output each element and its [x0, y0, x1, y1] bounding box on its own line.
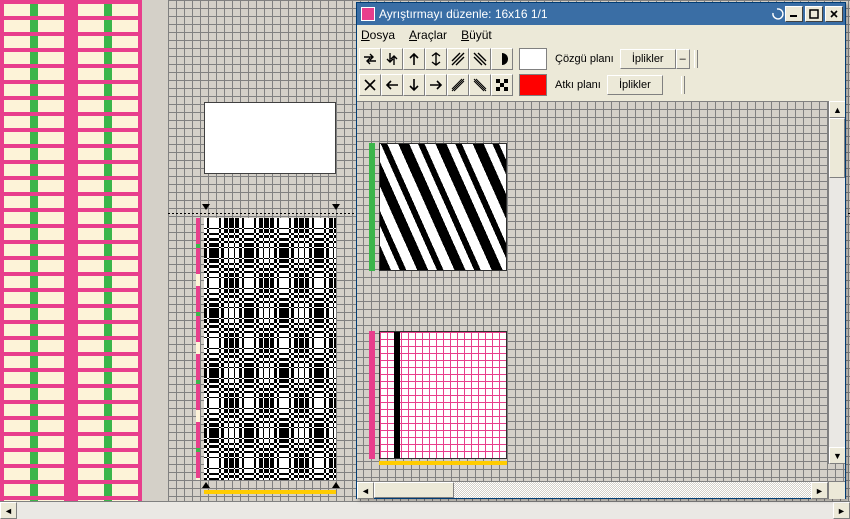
- weft-color-bar: [196, 218, 200, 480]
- warp-swatch[interactable]: [519, 48, 547, 70]
- weft-swatch[interactable]: [519, 74, 547, 96]
- cross-icon[interactable]: [359, 74, 381, 96]
- editor-scroll-h[interactable]: ◄ ►: [357, 481, 845, 498]
- editor-scroll-left-button[interactable]: ◄: [357, 482, 374, 499]
- menubar[interactable]: Dosya Araçlar Büyüt: [357, 25, 845, 45]
- pattern-diag1-icon[interactable]: [447, 48, 469, 70]
- arrow-up-icon[interactable]: [403, 48, 425, 70]
- editor-scroll-up-button[interactable]: ▲: [829, 101, 845, 118]
- warp-indicator: [369, 143, 375, 271]
- arrow-right-icon[interactable]: [425, 74, 447, 96]
- warp-color-bar: [204, 490, 336, 494]
- marker-down-right: [332, 204, 340, 210]
- editor-scroll-v-track[interactable]: [829, 118, 845, 447]
- weft-indicator: [369, 331, 375, 459]
- warp-threads-button[interactable]: İplikler: [620, 49, 676, 69]
- checker-icon[interactable]: [491, 74, 513, 96]
- swap-h-icon[interactable]: [359, 48, 381, 70]
- arrow-down-icon[interactable]: [403, 74, 425, 96]
- v-stretch-icon[interactable]: [425, 48, 447, 70]
- warp-label: Çözgü planı: [555, 53, 614, 65]
- toolbar: Çözgü planı İplikler –: [357, 45, 845, 101]
- toolbar-gripper-2[interactable]: [681, 76, 685, 94]
- editor-canvas[interactable]: ▲ ▼: [357, 101, 845, 481]
- weft-label: Atkı planı: [555, 79, 601, 91]
- warp-dropdown-button[interactable]: –: [676, 49, 690, 69]
- warp-selection-strip: [379, 461, 507, 465]
- editor-scroll-down-button[interactable]: ▼: [829, 447, 845, 464]
- swap-v-icon[interactable]: [381, 48, 403, 70]
- titlebar[interactable]: Ayrıştırmayı düzenle: 16x16 1/1: [357, 3, 845, 25]
- editor-scroll-h-thumb[interactable]: [374, 482, 454, 498]
- scroll-left-button[interactable]: ◄: [0, 502, 17, 519]
- pattern-diag4-icon[interactable]: [469, 74, 491, 96]
- marker-up-left: [202, 482, 210, 488]
- decomposition-editor-window: Ayrıştırmayı düzenle: 16x16 1/1 Dosya Ar…: [356, 2, 846, 499]
- editor-scroll-v-thumb[interactable]: [829, 118, 845, 178]
- weft-threads-button[interactable]: İplikler: [607, 75, 663, 95]
- marker-down-left: [202, 204, 210, 210]
- scroll-right-button[interactable]: ►: [833, 502, 850, 519]
- minimize-button[interactable]: [785, 6, 803, 22]
- toolbar-row-weft: Atkı planı İplikler: [359, 73, 843, 97]
- editor-scroll-right-button[interactable]: ►: [811, 482, 828, 499]
- half-circle-icon[interactable]: [491, 48, 513, 70]
- menu-file[interactable]: Dosya: [361, 28, 395, 42]
- menu-zoom[interactable]: Büyüt: [461, 28, 492, 42]
- threading-blank-block[interactable]: [204, 102, 336, 174]
- pattern-diag2-icon[interactable]: [469, 48, 491, 70]
- scroll-track[interactable]: [17, 502, 833, 519]
- spiral-icon: [769, 7, 785, 21]
- color-plan-block[interactable]: [379, 331, 507, 459]
- arrow-left-icon[interactable]: [381, 74, 403, 96]
- window-title: Ayrıştırmayı düzenle: 16x16 1/1: [379, 7, 769, 21]
- drawdown-block[interactable]: [204, 218, 336, 480]
- editor-scroll-h-track[interactable]: [374, 482, 811, 498]
- weave-preview: [0, 0, 168, 501]
- menu-tools[interactable]: Araçlar: [409, 28, 447, 42]
- close-button[interactable]: [825, 6, 843, 22]
- tieup-pattern-block[interactable]: [379, 143, 507, 271]
- marker-up-right: [332, 482, 340, 488]
- editor-scroll-v[interactable]: ▲ ▼: [828, 101, 845, 464]
- maximize-button[interactable]: [805, 6, 823, 22]
- editor-scroll-corner: [828, 482, 845, 499]
- pattern-diag3-icon[interactable]: [447, 74, 469, 96]
- toolbar-row-warp: Çözgü planı İplikler –: [359, 47, 843, 71]
- app-icon: [361, 7, 375, 21]
- toolbar-gripper-1[interactable]: [694, 50, 698, 68]
- main-scrollbar[interactable]: ◄ ►: [0, 501, 850, 519]
